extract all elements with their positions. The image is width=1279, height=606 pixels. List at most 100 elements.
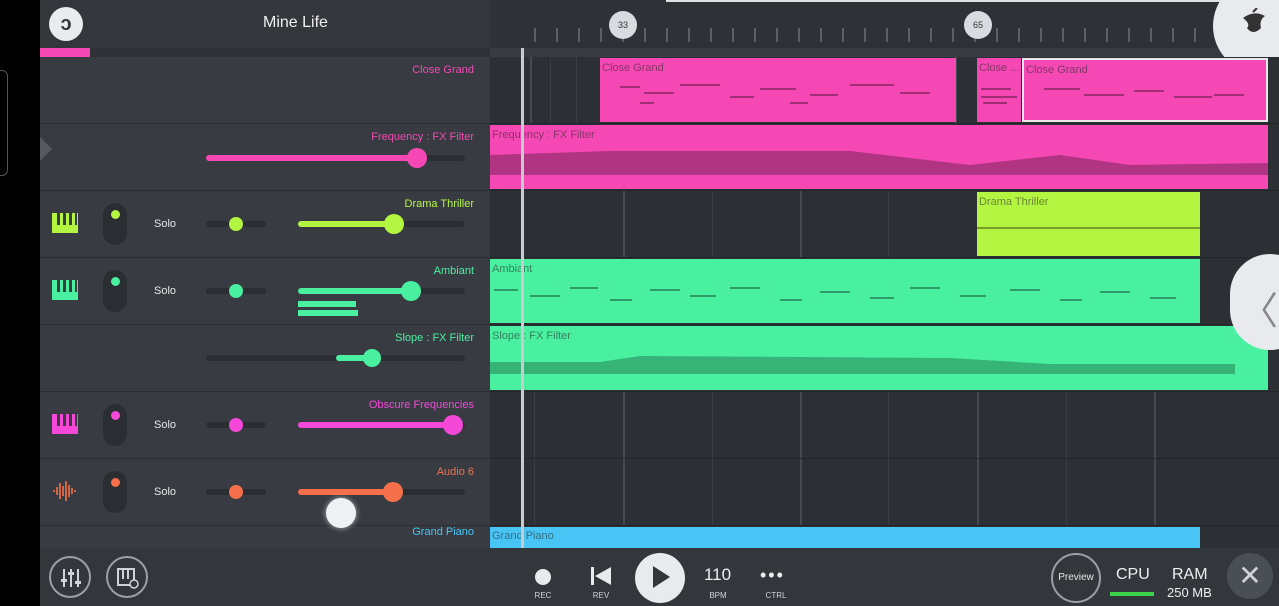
pan-slider[interactable]	[206, 485, 266, 499]
system-edge-handle	[0, 70, 8, 176]
track-header[interactable]: Grand Piano	[40, 526, 490, 548]
slider-knob[interactable]	[407, 148, 427, 168]
mute-toggle[interactable]	[103, 404, 127, 446]
level-meter	[298, 301, 356, 307]
volume-knob[interactable]	[384, 214, 404, 234]
automation-clip[interactable]: Frequency : FX Filter	[490, 125, 1268, 189]
bar-marker-33[interactable]: 33	[609, 11, 637, 39]
solo-button[interactable]: Solo	[154, 218, 176, 230]
track-lane[interactable]: Frequency : FX Filter	[490, 124, 1279, 191]
volume-knob[interactable]	[401, 281, 421, 301]
ruler-tick	[1106, 28, 1108, 42]
track-header[interactable]: Slope : FX Filter	[40, 325, 490, 392]
ruler-tick	[688, 28, 690, 42]
mute-toggle[interactable]	[103, 471, 127, 513]
track-lane[interactable]: Ambiant	[490, 258, 1279, 325]
clip[interactable]: Ambiant	[490, 259, 1200, 323]
track-header[interactable]: Ambiant Solo	[40, 258, 490, 325]
piano-icon[interactable]	[51, 278, 79, 302]
rewind-icon[interactable]	[591, 567, 611, 585]
pan-slider[interactable]	[206, 418, 266, 432]
solo-button[interactable]: Solo	[154, 285, 176, 297]
track-header[interactable]: Frequency : FX Filter	[40, 124, 490, 191]
volume-knob[interactable]	[443, 415, 463, 435]
piano-settings-icon	[117, 568, 139, 589]
track-lane[interactable]: Close Grand Close ... Close Grand	[490, 57, 1279, 124]
piano-icon[interactable]	[51, 211, 79, 235]
track-lane[interactable]	[490, 392, 1279, 459]
track-header[interactable]: Audio 6 Solo	[40, 459, 490, 526]
ruler-tick	[556, 28, 558, 42]
playhead[interactable]	[521, 48, 524, 548]
expand-track-arrow[interactable]	[40, 137, 52, 161]
track-name: Frequency : FX Filter	[371, 131, 474, 143]
slider-knob[interactable]	[363, 349, 381, 367]
track-lane[interactable]: Drama Thriller	[490, 191, 1279, 258]
play-icon	[653, 566, 670, 588]
automation-clip[interactable]: Slope : FX Filter	[490, 326, 1268, 390]
play-button[interactable]	[635, 553, 685, 603]
instrument-settings-button[interactable]	[106, 556, 148, 598]
clip[interactable]: Close Grand	[600, 58, 956, 122]
record-button[interactable]	[535, 569, 551, 585]
ruler-tick	[776, 28, 778, 42]
strip-color-marker	[40, 48, 90, 57]
piano-icon[interactable]	[51, 412, 79, 436]
ruler-tick	[952, 28, 954, 42]
bar-marker-65[interactable]: 65	[964, 11, 992, 39]
clip-selected[interactable]: Close Grand	[1022, 58, 1268, 122]
fl-studio-mobile-app: ↄ Mine Life 33 65 Close Grand Close Gran…	[40, 0, 1279, 606]
track-lane[interactable]	[490, 459, 1279, 526]
volume-slider[interactable]	[298, 415, 465, 435]
volume-slider[interactable]	[298, 482, 465, 502]
track-ambiant: Ambiant Solo Ambiant	[40, 258, 1279, 325]
mute-toggle[interactable]	[103, 270, 127, 312]
track-drama-thriller: Drama Thriller Solo Drama Thriller	[40, 191, 1279, 258]
solo-button[interactable]: Solo	[154, 486, 176, 498]
automation-level-slider[interactable]	[206, 349, 465, 367]
ram-value: 250 MB	[1167, 585, 1212, 600]
mixer-icon	[61, 569, 81, 587]
tempo-value[interactable]: 110	[695, 565, 740, 585]
more-controls-button[interactable]: •••	[760, 565, 785, 586]
solo-button[interactable]: Solo	[154, 419, 176, 431]
track-header[interactable]: Drama Thriller Solo	[40, 191, 490, 258]
mixer-button[interactable]	[49, 556, 91, 598]
ruler-tick	[842, 28, 844, 42]
ruler-tick	[754, 28, 756, 42]
pan-slider[interactable]	[206, 217, 266, 231]
timeline-ruler[interactable]: 33 65	[490, 0, 1279, 48]
ruler-tick	[886, 28, 888, 42]
volume-knob[interactable]	[383, 482, 403, 502]
audio-waveform-icon[interactable]	[51, 479, 79, 503]
rec-label: REC	[534, 591, 552, 600]
close-button[interactable]: ✕	[1227, 553, 1273, 599]
ctrl-label: CTRL	[765, 591, 787, 600]
clip[interactable]: Drama Thriller	[977, 192, 1200, 256]
transport-bar: REC REV 110 BPM ••• CTRL Preview CPU RAM…	[40, 548, 1279, 606]
clip[interactable]: Grand Piano	[490, 527, 1200, 548]
loop-range-bar[interactable]	[666, 0, 1246, 2]
clip[interactable]: Close ...	[977, 58, 1021, 122]
track-header[interactable]: Close Grand	[40, 57, 490, 124]
ruler-tick	[1018, 28, 1020, 42]
track-audio-6: Audio 6 Solo	[40, 459, 1279, 526]
volume-slider[interactable]	[298, 214, 465, 234]
mute-toggle[interactable]	[103, 203, 127, 245]
pan-slider[interactable]	[206, 284, 266, 298]
ruler-tick	[710, 28, 712, 42]
volume-slider[interactable]	[298, 281, 465, 301]
preview-button[interactable]: Preview	[1051, 553, 1101, 603]
ruler-tick	[820, 28, 822, 42]
top-bar: ↄ Mine Life	[40, 0, 490, 48]
ruler-tick	[578, 28, 580, 42]
track-lane[interactable]: Slope : FX Filter	[490, 325, 1279, 392]
ruler-tick	[930, 28, 932, 42]
project-title[interactable]: Mine Life	[263, 14, 328, 32]
track-name: Close Grand	[412, 64, 474, 76]
track-header[interactable]: Obscure Frequencies Solo	[40, 392, 490, 459]
ruler-tick	[1062, 28, 1064, 42]
track-lane[interactable]: Grand Piano	[490, 526, 1279, 548]
app-menu-icon[interactable]: ↄ	[49, 7, 83, 41]
automation-level-slider[interactable]	[206, 148, 465, 168]
